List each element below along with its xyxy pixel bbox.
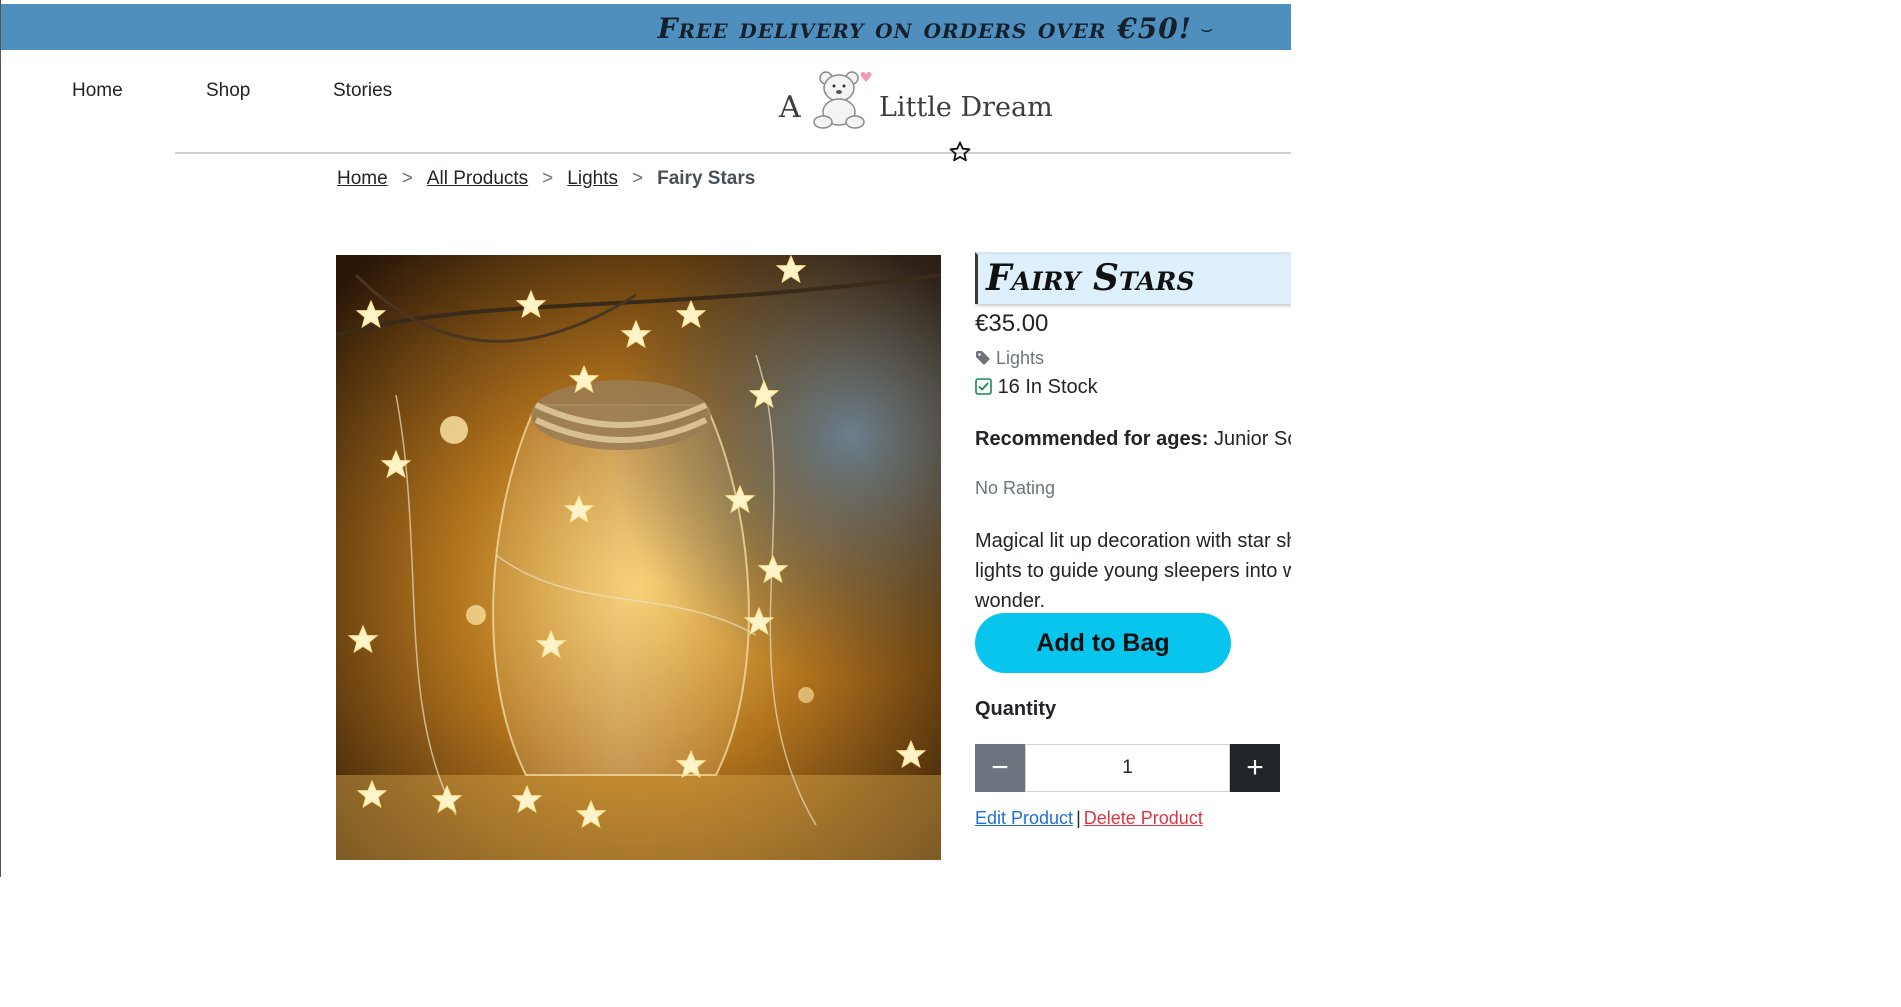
- main-nav: Home Shop Stories: [1, 80, 501, 116]
- quantity-label: Quantity: [975, 698, 1057, 720]
- breadcrumb-separator: >: [631, 168, 644, 189]
- breadcrumb-all-products[interactable]: All Products: [427, 168, 528, 189]
- checkbox-icon: [975, 378, 992, 395]
- ages-label: Recommended for ages:: [975, 428, 1209, 450]
- edit-product-link[interactable]: Edit Product: [975, 808, 1073, 828]
- nav-item-home[interactable]: Home: [72, 80, 123, 102]
- product-rating: No Rating: [975, 478, 1056, 498]
- product-details: Fairy Stars €35.00 Lights 16 In Stock Re…: [975, 252, 1291, 852]
- product-price: €35.00: [975, 310, 1049, 337]
- breadcrumb-separator: >: [401, 168, 413, 189]
- decrement-button[interactable]: −: [975, 744, 1025, 792]
- admin-links-separator: |: [1076, 808, 1081, 828]
- quantity-stepper: − +: [975, 744, 1280, 792]
- product-description: Magical lit up decoration with star shap…: [975, 530, 1291, 612]
- breadcrumb-current: Fairy Stars: [657, 168, 756, 189]
- increment-button[interactable]: +: [1230, 744, 1280, 792]
- product-title-box: Fairy Stars: [975, 252, 1291, 304]
- nav-item-stories[interactable]: Stories: [333, 80, 392, 102]
- breadcrumb: Home > All Products > Lights > Fairy Stars: [337, 168, 755, 190]
- teddy-bear-icon: [813, 71, 872, 129]
- star-outline-icon[interactable]: [948, 140, 972, 164]
- add-to-bag-button[interactable]: Add to Bag: [975, 613, 1231, 673]
- site-logo[interactable]: A Little Dream: [779, 62, 1053, 132]
- breadcrumb-home[interactable]: Home: [337, 168, 388, 189]
- admin-links: Edit Product | Delete Product: [975, 808, 1203, 829]
- logo-prefix: A: [779, 90, 801, 125]
- delivery-banner: Free delivery on orders over €50! ⌣: [1, 4, 1291, 50]
- breadcrumb-lights[interactable]: Lights: [567, 168, 618, 189]
- quantity-input[interactable]: [1025, 744, 1230, 792]
- product-image: [336, 255, 941, 860]
- logo-name: Little Dream: [879, 92, 1053, 123]
- tag-icon: [976, 351, 990, 365]
- delivery-banner-text: Free delivery on orders over €50!: [657, 12, 1192, 45]
- product-title: Fairy Stars: [986, 257, 1195, 299]
- page-viewport: Free delivery on orders over €50! ⌣ Home…: [0, 0, 1291, 877]
- product-stock-label: 16 In Stock: [997, 376, 1098, 398]
- header-divider: [175, 152, 1291, 154]
- product-stock: 16 In Stock: [975, 376, 1098, 399]
- product-category[interactable]: Lights: [975, 348, 1044, 369]
- ages-value: Junior School: [1213, 428, 1291, 450]
- product-ages: Recommended for ages: Junior School: [975, 428, 1291, 451]
- nav-item-shop[interactable]: Shop: [206, 80, 250, 102]
- chevron-down-icon[interactable]: ⌣: [1200, 16, 1213, 40]
- breadcrumb-separator: >: [542, 168, 554, 189]
- delete-product-link[interactable]: Delete Product: [1084, 808, 1203, 828]
- product-category-label: Lights: [996, 348, 1045, 368]
